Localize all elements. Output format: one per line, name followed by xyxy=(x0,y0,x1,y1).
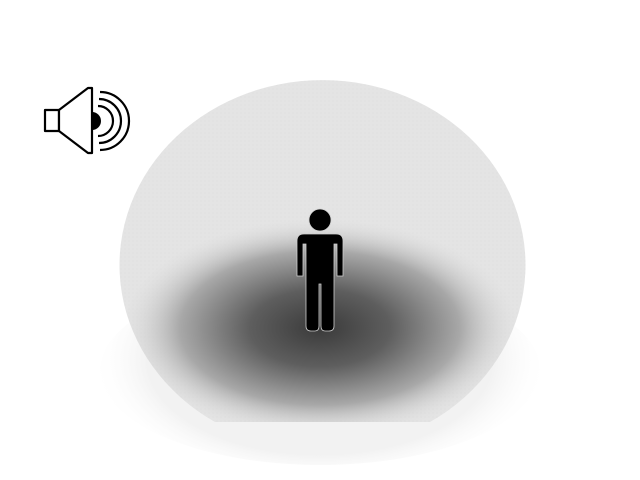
speaker-icon xyxy=(43,86,131,155)
audio-scene-diagram xyxy=(0,0,640,480)
scene-canvas xyxy=(43,80,540,465)
